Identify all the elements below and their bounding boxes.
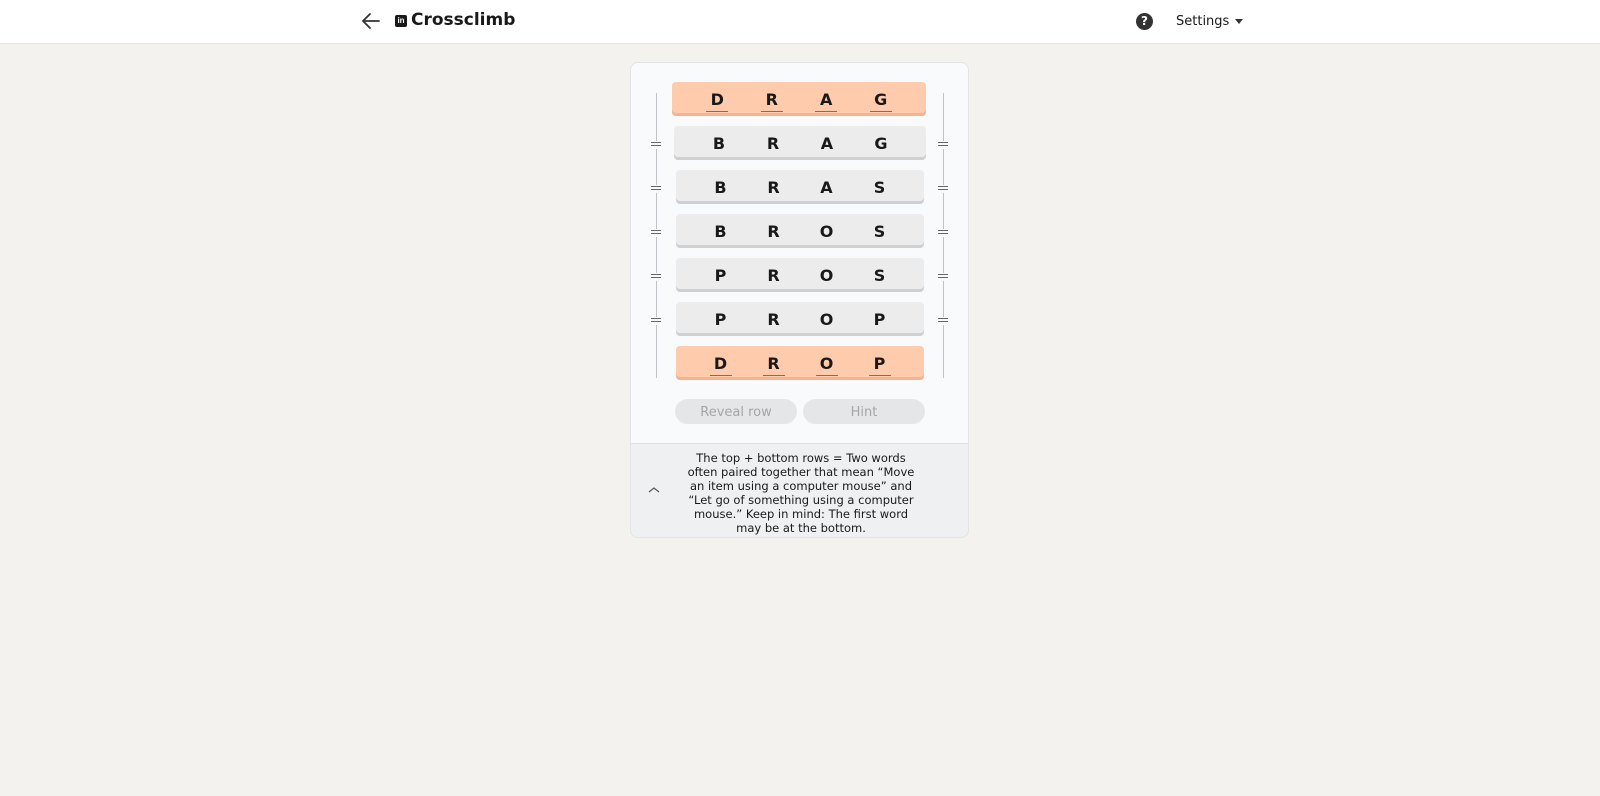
arrow-left-icon (362, 13, 380, 29)
word-row[interactable]: DRAG (672, 82, 926, 116)
letter-cell: P (714, 265, 727, 285)
letter-cell: B (714, 221, 727, 241)
word-row[interactable]: PROS (676, 258, 924, 292)
help-icon[interactable]: ? (1136, 13, 1153, 30)
app-title: Crossclimb (411, 10, 516, 30)
word-row[interactable]: BROS (676, 214, 924, 248)
letter-cell: R (766, 133, 780, 153)
letter-cell: S (873, 221, 886, 241)
drag-handle-left-icon[interactable] (651, 141, 661, 149)
drag-handle-right-icon[interactable] (938, 317, 948, 325)
settings-dropdown[interactable]: Settings (1176, 14, 1244, 29)
back-button[interactable] (360, 10, 382, 32)
letter-cell: R (762, 354, 785, 376)
reveal-row-button[interactable]: Reveal row (675, 399, 797, 424)
drag-handle-left-icon[interactable] (651, 229, 661, 237)
word-row[interactable]: BRAG (674, 126, 926, 160)
word-row[interactable]: BRAS (676, 170, 924, 204)
letter-cell: P (868, 354, 891, 376)
hint-button[interactable]: Hint (803, 399, 925, 424)
drag-handle-right-icon[interactable] (938, 229, 948, 237)
drag-handle-right-icon[interactable] (938, 185, 948, 193)
drag-handle-right-icon[interactable] (938, 141, 948, 149)
collapse-button[interactable] (647, 482, 661, 496)
letter-cell: O (819, 265, 834, 285)
letter-cell: O (819, 221, 834, 241)
letter-cell: P (714, 309, 727, 329)
settings-label: Settings (1176, 14, 1230, 29)
letter-cell: B (714, 177, 727, 197)
letter-cell: R (767, 177, 780, 197)
letter-cell: A (820, 177, 833, 197)
letter-cell: D (706, 90, 729, 112)
word-row[interactable]: PROP (676, 302, 924, 336)
drag-handle-left-icon[interactable] (651, 185, 661, 193)
word-row[interactable]: DROP (676, 346, 924, 380)
drag-handle-right-icon[interactable] (938, 273, 948, 281)
linkedin-logo-icon: in (395, 15, 407, 27)
letter-cell: S (873, 177, 886, 197)
letter-cell: O (819, 309, 834, 329)
drag-handle-left-icon[interactable] (651, 273, 661, 281)
letter-cell: G (869, 90, 892, 112)
letter-cell: R (767, 309, 780, 329)
caret-down-icon (1235, 19, 1244, 24)
chevron-up-icon (648, 487, 660, 493)
letter-cell: B (712, 133, 726, 153)
letter-cell: G (874, 133, 888, 153)
letter-cell: A (820, 133, 834, 153)
drag-handle-left-icon[interactable] (651, 317, 661, 325)
letter-cell: A (815, 90, 838, 112)
clue-panel: The top + bottom rows = Two words often … (630, 443, 969, 538)
letter-cell: O (815, 354, 838, 376)
clue-text: The top + bottom rows = Two words often … (687, 451, 915, 535)
top-bar: in Crossclimb ? Settings (0, 0, 1600, 44)
letter-cell: R (767, 265, 780, 285)
letter-cell: R (760, 90, 783, 112)
letter-cell: S (873, 265, 886, 285)
letter-cell: P (873, 309, 886, 329)
letter-cell: R (767, 221, 780, 241)
letter-cell: D (709, 354, 732, 376)
